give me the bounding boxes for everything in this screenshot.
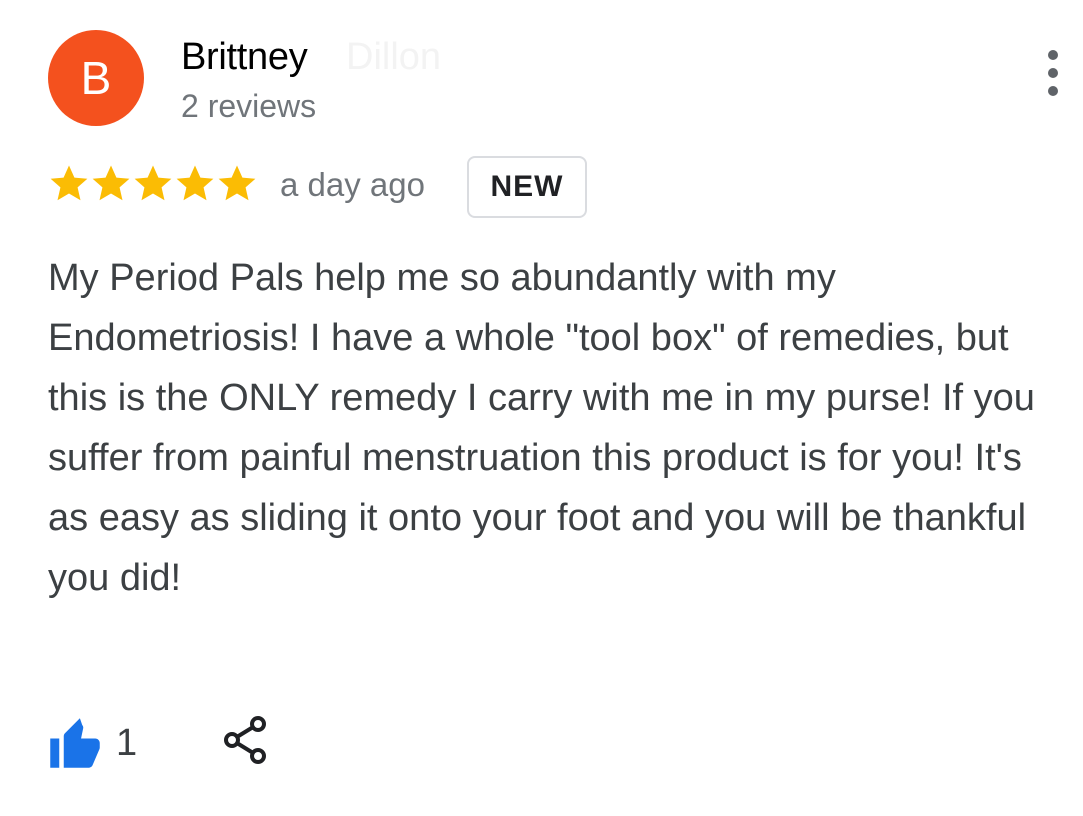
new-badge: NEW — [467, 156, 587, 218]
star-icon — [134, 165, 172, 201]
menu-dot — [1048, 86, 1058, 96]
reviewer-avatar[interactable]: B — [48, 30, 144, 126]
thumbs-up-icon — [50, 718, 100, 768]
star-icon — [50, 165, 88, 201]
star-rating — [48, 162, 258, 204]
more-vert-icon[interactable] — [1040, 50, 1066, 96]
star-icon — [92, 165, 130, 201]
reviewer-name[interactable]: Brittney — [181, 36, 308, 79]
review-count[interactable]: 2 reviews — [181, 88, 316, 125]
reviewer-name-faded: Dillon — [346, 36, 442, 78]
avatar-initial: B — [80, 52, 112, 104]
review-timestamp: a day ago — [280, 166, 425, 203]
like-button[interactable]: 1 — [48, 718, 137, 768]
share-button[interactable] — [220, 714, 270, 766]
star-icon — [176, 165, 214, 201]
share-icon — [224, 716, 266, 764]
like-count: 1 — [116, 721, 138, 764]
menu-dot — [1048, 50, 1058, 60]
menu-dot — [1048, 68, 1058, 78]
star-icon — [218, 165, 256, 201]
review-text: My Period Pals help me so abundantly wit… — [48, 257, 1035, 599]
